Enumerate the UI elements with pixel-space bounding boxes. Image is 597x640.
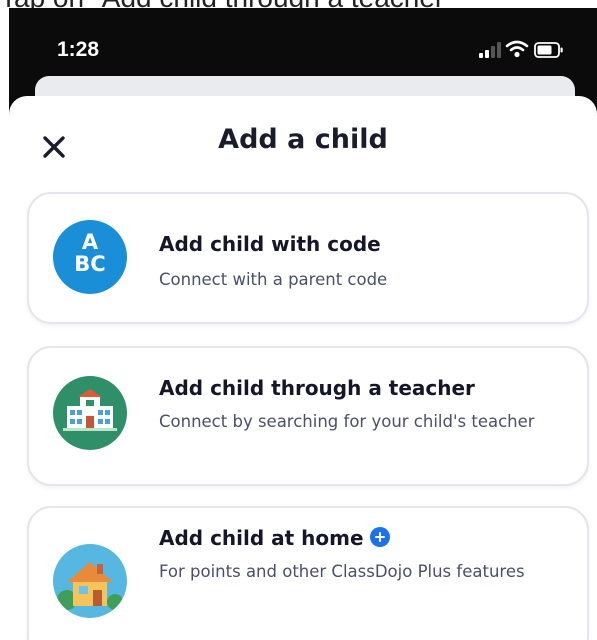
battery-icon	[534, 42, 563, 58]
add-child-sheet: Add a child A BC Add child with code Con…	[9, 96, 597, 640]
status-icons	[479, 40, 579, 60]
option-title-row: Add child at home	[159, 526, 390, 550]
wifi-icon	[505, 40, 529, 58]
option-title: Add child through a teacher	[159, 376, 475, 400]
option-description: Connect with a parent code	[159, 270, 388, 289]
option-title: Add child with code	[159, 232, 381, 256]
abc-icon-top-text: A	[81, 230, 99, 254]
cellular-signal-icon	[479, 42, 501, 58]
house-icon	[53, 544, 127, 618]
plus-badge-icon	[369, 527, 390, 547]
add-child-through-teacher-option[interactable]: Add child through a teacher Connect by s…	[27, 346, 589, 486]
phone-screen: 1:28 Add a child A BC Add child with cod…	[9, 8, 597, 640]
school-building-icon	[53, 376, 127, 450]
add-child-at-home-option[interactable]: Add child at home For points and other C…	[27, 506, 589, 640]
abc-icon: A BC	[53, 220, 127, 294]
add-child-with-code-option[interactable]: A BC Add child with code Connect with a …	[27, 192, 589, 324]
abc-icon-bottom-text: BC	[74, 252, 106, 276]
option-description: Connect by searching for your child's te…	[159, 412, 535, 431]
option-title: Add child at home	[159, 526, 364, 550]
status-time: 1:28	[57, 38, 100, 61]
option-description: For points and other ClassDojo Plus feat…	[159, 562, 525, 581]
sheet-title: Add a child	[218, 124, 388, 155]
